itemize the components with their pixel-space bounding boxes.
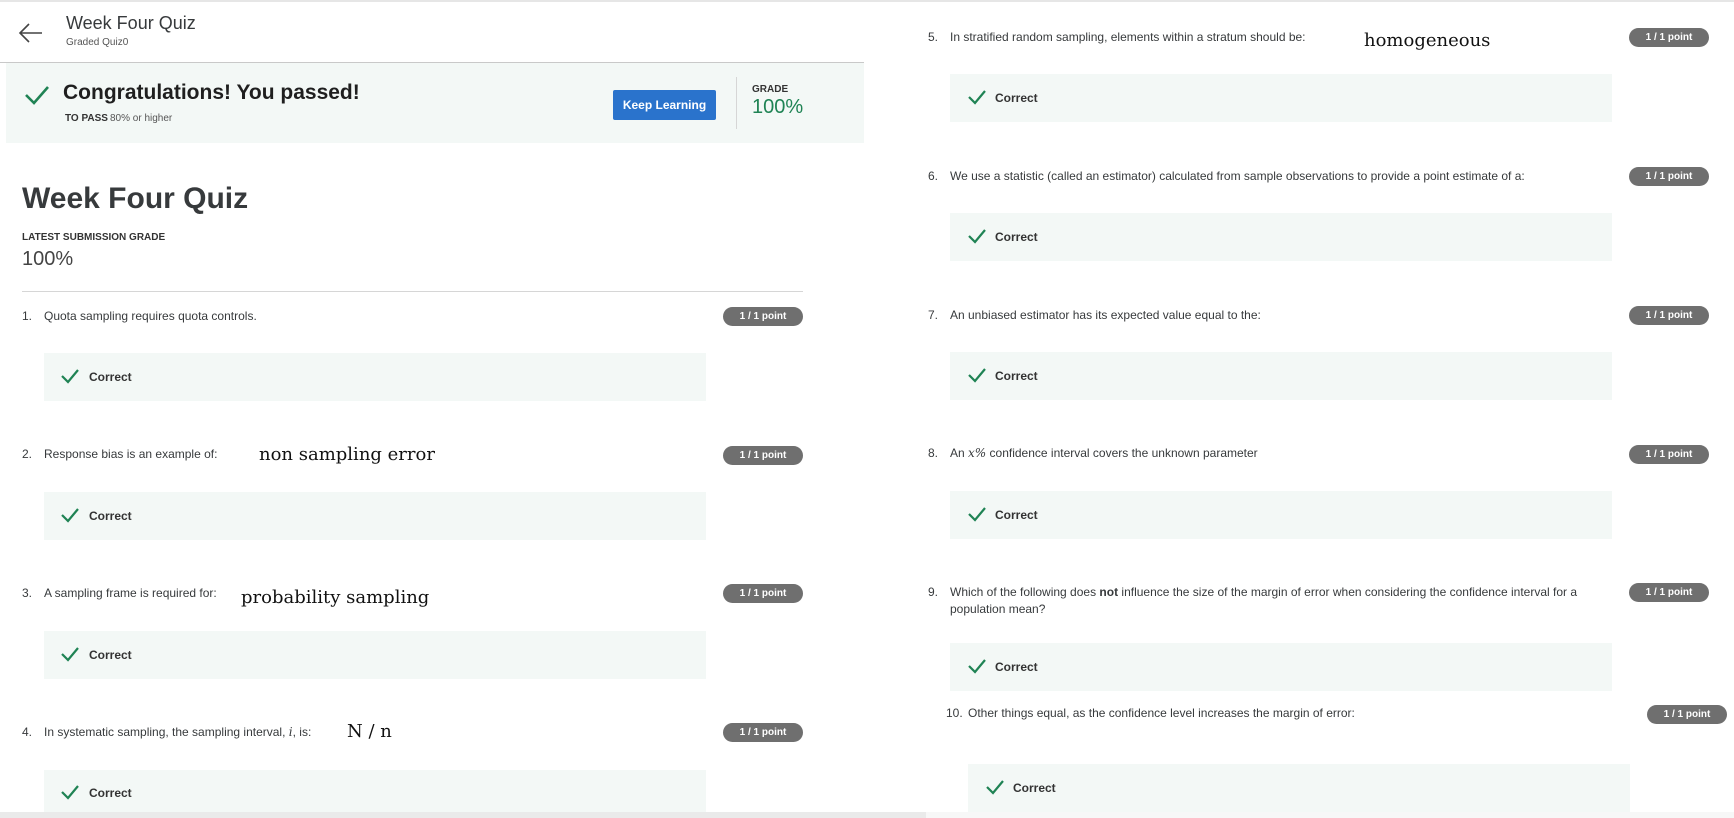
top-border <box>0 0 1734 2</box>
question-text: We use a statistic (called an estimator)… <box>950 169 1525 183</box>
checkmark-icon <box>61 508 79 523</box>
question-number: 7. <box>928 308 939 322</box>
footer-strip <box>926 812 1734 818</box>
score-badge: 1 / 1 point <box>723 723 803 742</box>
question-text: An unbiased estimator has its expected v… <box>950 308 1261 322</box>
checkmark-icon <box>61 785 79 800</box>
grade-value: 100% <box>752 96 804 118</box>
score-badge: 1 / 1 point <box>1629 445 1709 464</box>
question-number: 10. <box>946 706 963 720</box>
keep-learning-button[interactable]: Keep Learning <box>613 90 716 120</box>
checkmark-icon <box>968 229 986 244</box>
score-badge: 1 / 1 point <box>1629 583 1709 602</box>
question-number: 3. <box>22 586 33 600</box>
header-subtitle: Graded Quiz0 <box>66 37 129 48</box>
arrow-left-icon[interactable] <box>18 20 44 46</box>
feedback-box <box>968 764 1630 812</box>
feedback-correct: Correct <box>89 786 132 800</box>
score-badge: 1 / 1 point <box>1629 306 1709 325</box>
section-divider <box>22 291 803 292</box>
question-text: Which of the following does not influenc… <box>950 585 1578 616</box>
question-number: 5. <box>928 30 939 44</box>
score-badge: 1 / 1 point <box>1629 28 1709 47</box>
to-pass-value: 80% or higher <box>110 113 173 124</box>
score-badge: 1 / 1 point <box>723 584 803 603</box>
checkmark-icon <box>968 507 986 522</box>
checkmark-icon <box>986 780 1004 795</box>
quiz-title: Week Four Quiz <box>22 182 249 215</box>
grade-label: GRADE <box>752 84 789 95</box>
feedback-correct: Correct <box>995 369 1038 383</box>
question-text: A sampling frame is required for: <box>44 586 217 600</box>
feedback-correct: Correct <box>995 660 1038 674</box>
handwritten-answer: homogeneous <box>1364 30 1491 51</box>
horizontal-scrollbar[interactable] <box>0 812 926 818</box>
feedback-correct: Correct <box>995 91 1038 105</box>
question-number: 4. <box>22 725 33 739</box>
feedback-correct: Correct <box>1013 781 1056 795</box>
score-badge: 1 / 1 point <box>723 307 803 326</box>
feedback-correct: Correct <box>995 508 1038 522</box>
variable-x-percent: x% <box>968 446 987 460</box>
question-number: 6. <box>928 169 939 183</box>
handwritten-answer: N / n <box>347 721 392 742</box>
feedback-box <box>44 492 706 540</box>
question-text: In stratified random sampling, elements … <box>950 30 1306 44</box>
feedback-correct: Correct <box>995 230 1038 244</box>
feedback-box <box>950 352 1612 400</box>
handwritten-answer: non sampling error <box>259 444 435 465</box>
latest-submission-label: LATEST SUBMISSION GRADE <box>22 232 166 243</box>
question-text: An x% confidence interval covers the unk… <box>950 446 1258 460</box>
handwritten-answer: probability sampling <box>241 587 430 608</box>
checkmark-icon <box>61 369 79 384</box>
header-title: Week Four Quiz <box>66 13 196 33</box>
question-text: In systematic sampling, the sampling int… <box>44 725 312 739</box>
question-text: Quota sampling requires quota controls. <box>44 309 257 323</box>
feedback-box <box>950 74 1612 122</box>
checkmark-icon <box>968 368 986 383</box>
feedback-box <box>950 643 1612 691</box>
feedback-box <box>44 631 706 679</box>
score-badge: 1 / 1 point <box>1629 167 1709 186</box>
feedback-correct: Correct <box>89 509 132 523</box>
latest-submission-grade: 100% <box>22 248 74 270</box>
question-number: 8. <box>928 446 939 460</box>
feedback-box <box>44 353 706 401</box>
banner-divider <box>736 77 737 129</box>
checkmark-icon <box>61 647 79 662</box>
checkmark-icon <box>968 659 986 674</box>
feedback-correct: Correct <box>89 648 132 662</box>
feedback-correct: Correct <box>89 370 132 384</box>
feedback-box <box>950 491 1612 539</box>
question-number: 1. <box>22 309 33 323</box>
to-pass-label: TO PASS <box>65 113 108 124</box>
pass-message: Congratulations! You passed! <box>63 81 360 104</box>
feedback-box <box>950 213 1612 261</box>
question-number: 2. <box>22 447 33 461</box>
checkmark-icon <box>968 90 986 105</box>
feedback-box <box>44 770 706 812</box>
question-text: Response bias is an example of: <box>44 447 218 461</box>
question-text: Other things equal, as the confidence le… <box>968 706 1355 720</box>
checkmark-icon <box>25 86 49 105</box>
score-badge: 1 / 1 point <box>1647 705 1727 724</box>
question-number: 9. <box>928 585 939 599</box>
score-badge: 1 / 1 point <box>723 446 803 465</box>
